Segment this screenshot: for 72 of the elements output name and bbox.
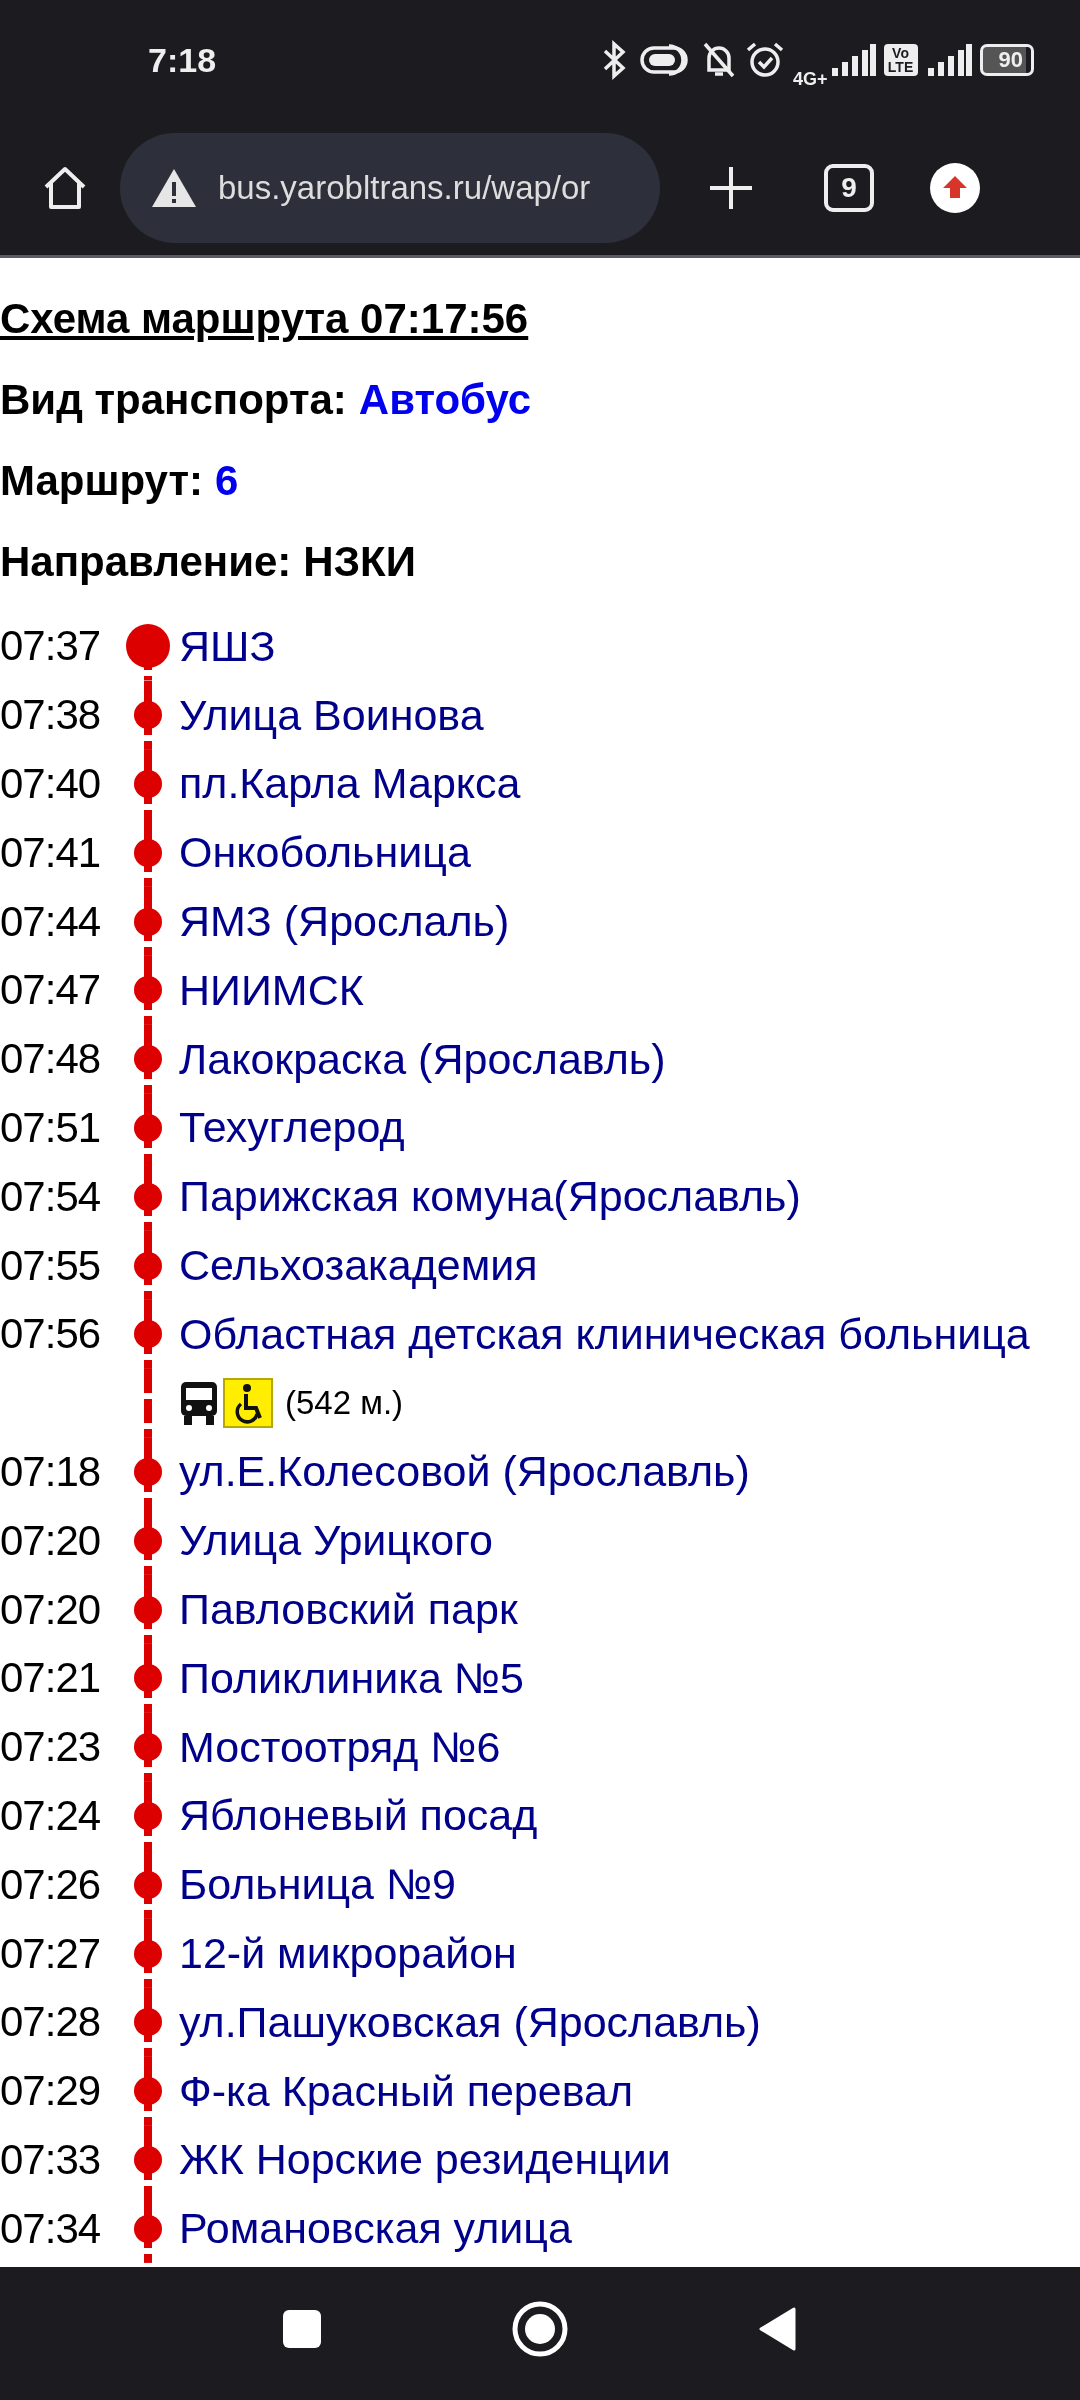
stop-link[interactable]: Павловский парк (179, 1585, 518, 1635)
stop-link[interactable]: Ф-ка Красный перевал (179, 2066, 634, 2116)
stop-time: 07:23 (0, 1723, 102, 1772)
stop-time: 07:20 (0, 1516, 102, 1565)
bell-off-icon (701, 40, 737, 80)
stop-time: 07:54 (0, 1172, 102, 1221)
stop-link[interactable]: ЯМЗ (Ярослаль) (179, 897, 510, 947)
stop-link[interactable]: Лакокраска (Ярославль) (179, 1034, 666, 1084)
stop-link[interactable]: Мостоотряд №6 (179, 1722, 501, 1772)
stop-time: 07:56 (0, 1310, 102, 1359)
stop-dot-icon (126, 624, 170, 669)
field-label: Вид транспорта: (0, 375, 347, 424)
stop-time: 07:18 (0, 1447, 102, 1496)
stop-time: 07:24 (0, 1791, 102, 1840)
volte-badge: Vo LTE (883, 44, 918, 76)
stop-link[interactable]: Поликлиника №5 (179, 1653, 524, 1703)
update-button[interactable] (930, 162, 980, 213)
page-title: Схема маршрута 07:17:56 (0, 294, 529, 343)
recents-button[interactable] (282, 2308, 322, 2349)
stop-time: 07:28 (0, 1998, 102, 2047)
vehicle-distance: (542 м.) (285, 1384, 404, 1423)
stop-link[interactable]: Романовская улица (179, 2204, 572, 2254)
stop-link[interactable]: 12-й микрорайон (179, 1929, 517, 1979)
stop-link[interactable]: Парижская комуна(Ярославль) (179, 1172, 801, 1222)
stop-time: 07:21 (0, 1654, 102, 1703)
stop-time: 07:34 (0, 2204, 102, 2253)
stop-time: 07:20 (0, 1585, 102, 1634)
home-nav-button[interactable] (512, 2300, 568, 2357)
signal-icon (925, 44, 972, 76)
stop-link[interactable]: Областная детская клиническая больница (179, 1309, 1030, 1359)
url-text: bus.yarobltrans.ru/wap/or (218, 168, 591, 207)
stop-time: 07:44 (0, 897, 102, 946)
stop-link[interactable]: Онкобольница (179, 828, 471, 878)
stop-time: 07:26 (0, 1860, 102, 1909)
signal-icon (829, 44, 876, 76)
back-button[interactable] (758, 2305, 798, 2352)
stop-time: 07:41 (0, 828, 102, 877)
new-tab-button[interactable] (708, 164, 754, 211)
stop-link[interactable]: Улица Урицкого (179, 1516, 493, 1566)
stop-time: 07:51 (0, 1103, 102, 1152)
stop-time: 07:55 (0, 1241, 102, 1290)
stop-link[interactable]: пл.Карла Маркса (179, 759, 521, 809)
stop-time: 07:29 (0, 2067, 102, 2116)
stop-time: 07:37 (0, 622, 102, 671)
field-label: Маршрут: (0, 456, 204, 505)
stop-time: 07:33 (0, 2135, 102, 2184)
stop-link[interactable]: Техуглерод (179, 1103, 405, 1153)
stop-link[interactable]: Улица Воинова (179, 690, 484, 740)
stop-link[interactable]: ул.Е.Колесовой (Ярославль) (179, 1447, 750, 1497)
stop-time: 07:47 (0, 966, 102, 1015)
stop-link[interactable]: ЖК Норские резиденции (179, 2135, 671, 2185)
stop-time: 07:27 (0, 1929, 102, 1978)
address-bar[interactable]: bus.yarobltrans.ru/wap/or (120, 132, 660, 243)
stop-link[interactable]: НИИМСК (179, 965, 364, 1015)
field-link[interactable]: 6 (215, 456, 239, 505)
battery-level: 90 (979, 44, 1034, 76)
stop-link[interactable]: ул.Пашуковская (Ярославль) (179, 1997, 761, 2047)
stop-time: 07:48 (0, 1035, 102, 1084)
field-link[interactable]: Автобус (358, 375, 532, 424)
network-type: 4G+ (793, 68, 828, 90)
stop-link[interactable]: Яблоневый посад (179, 1791, 538, 1841)
stop-link[interactable]: ЯШЗ (179, 621, 276, 671)
bus-icon (179, 1380, 219, 1427)
stop-link[interactable]: Больница №9 (179, 1860, 456, 1910)
tab-count-button[interactable]: 9 (824, 163, 874, 212)
alarm-icon (745, 40, 785, 80)
stop-link[interactable]: Сельхозакадемия (179, 1241, 538, 1291)
stop-time: 07:38 (0, 691, 102, 740)
field-label: Направление: (0, 537, 292, 586)
stop-time: 07:40 (0, 760, 102, 808)
field-value: НЗКИ (303, 537, 416, 586)
status-time: 7:18 (148, 40, 217, 80)
